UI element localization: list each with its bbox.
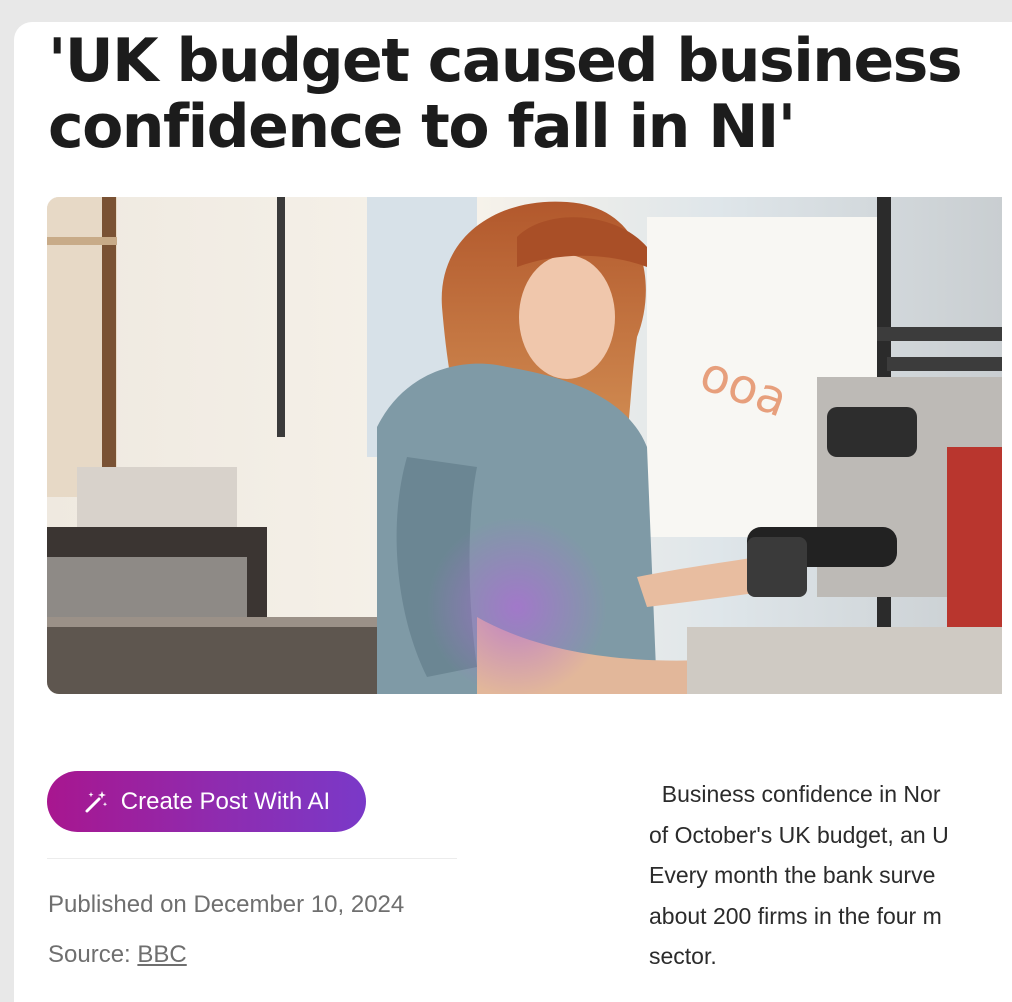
create-post-with-ai-button[interactable]: Create Post With AI [47, 771, 366, 832]
article-body-line: Business confidence in Nor [649, 781, 941, 807]
cafe-barista-illustration: ooa [47, 197, 1002, 694]
divider [47, 858, 457, 859]
article-body-line: sector. [649, 943, 717, 969]
published-date: Published on December 10, 2024 [48, 891, 405, 918]
article-source: Source: BBC [48, 941, 187, 969]
article-card: 'UK budget caused business confidence to… [14, 22, 1012, 1002]
article-body: Business confidence in Nor of October's … [649, 774, 987, 977]
source-link[interactable]: BBC [137, 941, 186, 968]
create-post-label: Create Post With AI [120, 787, 331, 815]
article-title: 'UK budget caused business confidence to… [48, 26, 963, 162]
article-body-line: Every month the bank surve [649, 862, 936, 888]
article-body-line: about 200 firms in the four m [649, 902, 942, 929]
magic-wand-icon [83, 789, 109, 815]
article-hero-image: ooa [47, 197, 1002, 694]
source-prefix: Source: [48, 941, 138, 968]
article-body-line: of October's UK budget, an U [649, 821, 949, 848]
